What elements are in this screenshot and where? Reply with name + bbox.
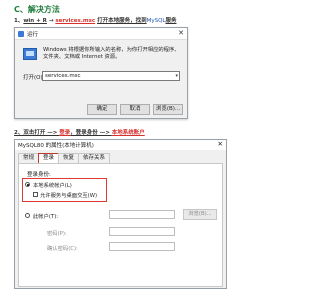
allow-desktop-checkbox[interactable]: [33, 192, 38, 197]
run-dialog-titlebar: 运行 ✕: [15, 28, 187, 40]
run-dialog-title: 运行: [27, 32, 39, 38]
this-account-radio[interactable]: [25, 213, 30, 218]
tab-logon[interactable]: 登录: [38, 153, 60, 163]
run-app-icon: [18, 31, 24, 37]
open-input-value: services.msc: [45, 73, 81, 79]
cancel-button[interactable]: 取消: [120, 104, 150, 115]
allow-desktop-label: 允许服务与桌面交互(W): [40, 193, 98, 199]
step-2-instruction: 2、双击打开 —> 登录，登录身份 —> 本地系统账户: [14, 128, 145, 136]
password-field[interactable]: [109, 227, 175, 236]
section-title: C、解决方法: [14, 5, 60, 14]
step-2-local-account: 本地系统账户: [111, 130, 145, 136]
tab-dependencies[interactable]: 依存关系: [78, 153, 111, 163]
browse-button[interactable]: 浏览(B)...: [153, 104, 183, 115]
run-program-icon: [23, 48, 37, 60]
step-1-text-a: 打开本地服务，找到: [97, 18, 147, 24]
browse-account-button[interactable]: 浏览(B)...: [183, 209, 217, 220]
step-2-login: 登录: [59, 130, 71, 136]
step-1-service: MySQL: [146, 18, 166, 24]
step-2-text-b: ，登录身份 —>: [70, 130, 112, 136]
step-1-text-b: 服务: [165, 18, 177, 24]
logon-as-label: 登录身份:: [27, 172, 51, 178]
step-1-instruction: 1、win + R → services.msc 打开本地服务，找到MySQL服…: [14, 16, 177, 24]
step-1-number: 1、: [14, 18, 24, 24]
local-system-label: 本地系统帐户(L): [33, 183, 72, 189]
password-label: 密码(P):: [47, 231, 67, 237]
close-icon[interactable]: ✕: [218, 140, 223, 148]
confirm-password-label: 确认密码(C):: [47, 246, 78, 252]
properties-titlebar: MySQL80 的属性(本地计算机) ✕: [15, 140, 226, 150]
step-1-key: win + R: [23, 18, 47, 24]
chevron-down-icon[interactable]: ▾: [175, 72, 178, 80]
local-system-radio[interactable]: [25, 182, 30, 187]
tab-recovery[interactable]: 恢复: [58, 153, 80, 163]
properties-dialog: MySQL80 的属性(本地计算机) ✕ 常规 登录 恢复 依存关系 登录身份:…: [14, 139, 227, 289]
close-icon[interactable]: ✕: [178, 29, 184, 37]
account-field[interactable]: [109, 210, 175, 219]
run-description: Windows 将根据你所输入的名称，为你打开相应的程序、文件夹、文档或 Int…: [43, 47, 180, 60]
tab-strip: 常规 登录 恢复 依存关系: [18, 153, 111, 163]
this-account-label: 此帐户(T):: [33, 214, 59, 220]
step-1-arrow: →: [48, 18, 54, 24]
confirm-password-field[interactable]: [109, 242, 175, 251]
step-2-text-a: 2、双击打开 —>: [14, 130, 60, 136]
properties-title: MySQL80 的属性(本地计算机): [18, 143, 94, 149]
step-1-command: services.msc: [55, 18, 96, 24]
open-input[interactable]: services.msc ▾: [42, 71, 180, 81]
run-dialog: 运行 ✕ Windows 将根据你所输入的名称，为你打开相应的程序、文件夹、文档…: [14, 27, 188, 119]
ok-button[interactable]: 确定: [87, 104, 117, 115]
logon-panel: 登录身份: 本地系统帐户(L) 允许服务与桌面交互(W) 此帐户(T): 浏览(…: [18, 163, 223, 287]
tab-general[interactable]: 常规: [18, 153, 40, 163]
